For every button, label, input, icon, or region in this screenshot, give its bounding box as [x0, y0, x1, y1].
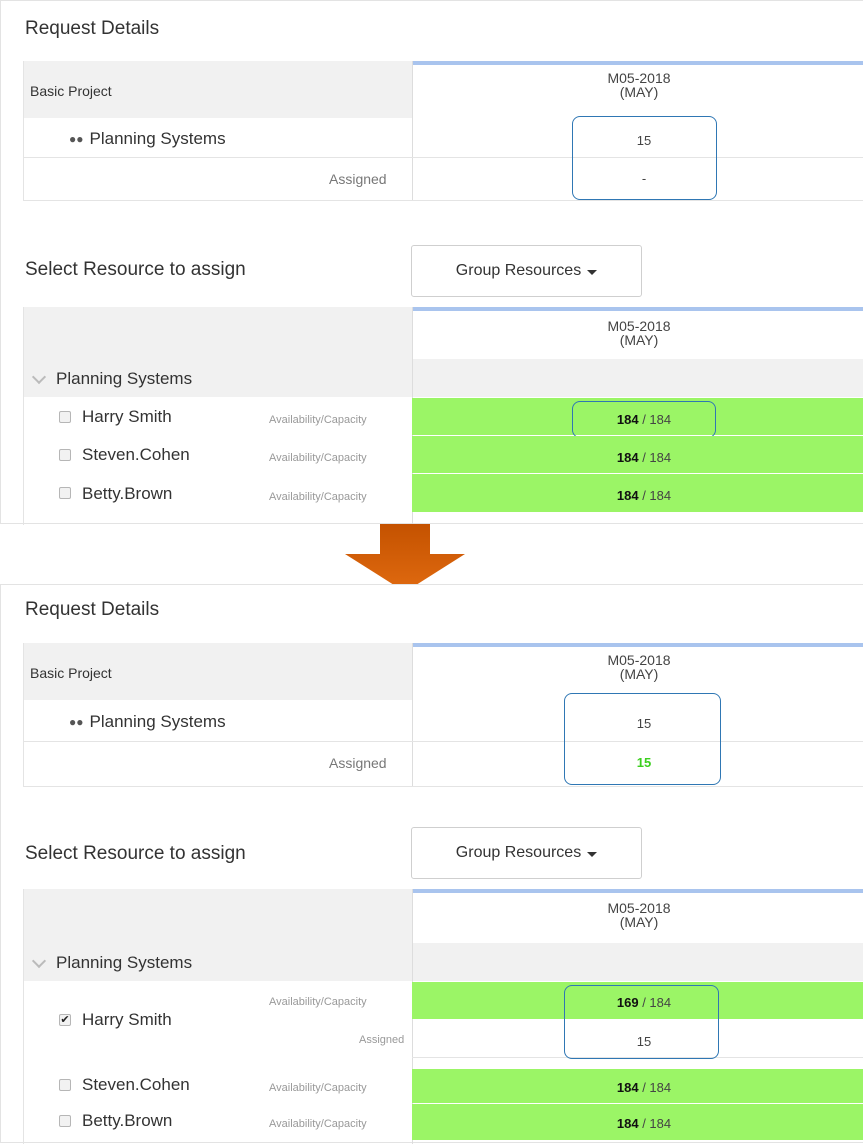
group-resources-button[interactable]: Group Resources	[411, 827, 642, 879]
caret-down-icon	[587, 851, 598, 857]
request-table: Basic Project M05-2018 (MAY) ●● Planning…	[23, 643, 863, 787]
chevron-down-icon	[31, 369, 47, 385]
row-divider	[24, 157, 863, 158]
capacity-hours: 184	[649, 488, 672, 503]
availability-value: 184 / 184	[584, 1116, 704, 1131]
resource-name: Steven.Cohen	[82, 1075, 190, 1094]
select-resource-label: Select Resource to assign	[25, 259, 246, 280]
highlight-box	[564, 985, 719, 1059]
month-header: M05-2018 (MAY)	[554, 653, 724, 681]
month-header: M05-2018 (MAY)	[554, 901, 724, 929]
resource-checkbox-checked[interactable]: ✔	[59, 1014, 71, 1026]
resource-name: Betty.Brown	[82, 1111, 173, 1130]
availability-label: Availability/Capacity	[269, 1082, 367, 1094]
group-name: Planning Systems	[89, 129, 226, 148]
month-accent	[413, 307, 863, 311]
available-hours: 184	[616, 450, 639, 465]
month-header: M05-2018 (MAY)	[554, 319, 724, 347]
project-name: Basic Project	[30, 83, 112, 99]
availability-label: Availability/Capacity	[269, 452, 367, 464]
people-icon: ●●	[69, 715, 84, 729]
separator: /	[638, 450, 650, 465]
highlight-box	[572, 116, 717, 200]
month-accent	[413, 61, 863, 65]
check-icon: ✔	[60, 1014, 70, 1026]
month-accent	[413, 643, 863, 647]
request-panel-after: Request Details Basic Project M05-2018 (…	[0, 584, 863, 1144]
group-row: ●● Planning Systems	[69, 712, 226, 732]
availability-value: 184 / 184	[584, 488, 704, 503]
group-resources-label: Group Resources	[455, 262, 582, 279]
people-icon: ●●	[69, 132, 84, 146]
page-title: Request Details	[25, 599, 160, 620]
separator: /	[638, 1116, 650, 1131]
resource-checkbox[interactable]	[59, 487, 71, 499]
availability-value: 184 / 184	[584, 1080, 704, 1095]
assigned-label: Assigned	[329, 755, 387, 771]
group-toggle[interactable]: Planning Systems	[31, 953, 193, 973]
separator: /	[638, 1080, 650, 1095]
month-label: M05-2018	[607, 900, 671, 916]
resource-checkbox[interactable]	[59, 449, 71, 461]
project-name: Basic Project	[30, 665, 112, 681]
group-resources-label: Group Resources	[455, 844, 582, 861]
select-resource-label: Select Resource to assign	[25, 843, 246, 864]
row-divider	[24, 741, 863, 742]
month-label: M05-2018	[607, 70, 671, 86]
highlight-box	[564, 693, 721, 785]
column-divider	[412, 643, 413, 786]
availability-label: Availability/Capacity	[269, 414, 367, 426]
resource-name: Harry Smith	[82, 1010, 172, 1029]
assigned-label: Assigned	[359, 1034, 405, 1046]
request-table: Basic Project M05-2018 (MAY) ●● Planning…	[23, 61, 863, 201]
available-hours: 184	[616, 1116, 639, 1131]
available-hours: 184	[616, 488, 639, 503]
column-divider	[412, 61, 413, 200]
caret-down-icon	[587, 269, 598, 275]
month-sublabel: (MAY)	[619, 84, 659, 100]
availability-label: Availability/Capacity	[269, 491, 367, 503]
highlight-box	[572, 401, 716, 438]
capacity-hours: 184	[649, 1116, 672, 1131]
month-sublabel: (MAY)	[619, 914, 659, 930]
chevron-down-icon	[31, 953, 47, 969]
resource-checkbox[interactable]	[59, 1115, 71, 1127]
group-resources-button[interactable]: Group Resources	[411, 245, 642, 297]
group-row-bg	[412, 943, 863, 981]
group-row-bg	[412, 359, 863, 397]
month-sublabel: (MAY)	[619, 666, 659, 682]
resource-checkbox[interactable]	[59, 1079, 71, 1091]
month-label: M05-2018	[607, 318, 671, 334]
availability-label: Availability/Capacity	[269, 996, 367, 1008]
month-header: M05-2018 (MAY)	[554, 71, 724, 99]
month-sublabel: (MAY)	[619, 332, 659, 348]
month-accent	[413, 889, 863, 893]
resource-name: Betty.Brown	[82, 484, 173, 503]
capacity-hours: 184	[649, 450, 672, 465]
group-row: ●● Planning Systems	[69, 129, 226, 149]
month-label: M05-2018	[607, 652, 671, 668]
resource-table: M05-2018 (MAY) Planning Systems ✔ Harry …	[23, 889, 863, 1144]
assigned-label: Assigned	[329, 171, 387, 187]
available-hours: 184	[616, 1080, 639, 1095]
resource-name: Steven.Cohen	[82, 445, 190, 464]
resource-checkbox[interactable]	[59, 411, 71, 423]
resource-group-name: Planning Systems	[56, 369, 193, 388]
capacity-hours: 184	[649, 1080, 672, 1095]
page-title: Request Details	[25, 18, 160, 39]
separator: /	[638, 488, 650, 503]
request-panel-before: Request Details Basic Project M05-2018 (…	[0, 0, 863, 525]
availability-value: 184 / 184	[584, 450, 704, 465]
resource-name: Harry Smith	[82, 407, 172, 426]
resource-table: M05-2018 (MAY) Planning Systems Harry Sm…	[23, 307, 863, 525]
group-toggle[interactable]: Planning Systems	[31, 369, 193, 389]
availability-label: Availability/Capacity	[269, 1118, 367, 1130]
resource-group-name: Planning Systems	[56, 953, 193, 972]
group-name: Planning Systems	[89, 712, 226, 731]
